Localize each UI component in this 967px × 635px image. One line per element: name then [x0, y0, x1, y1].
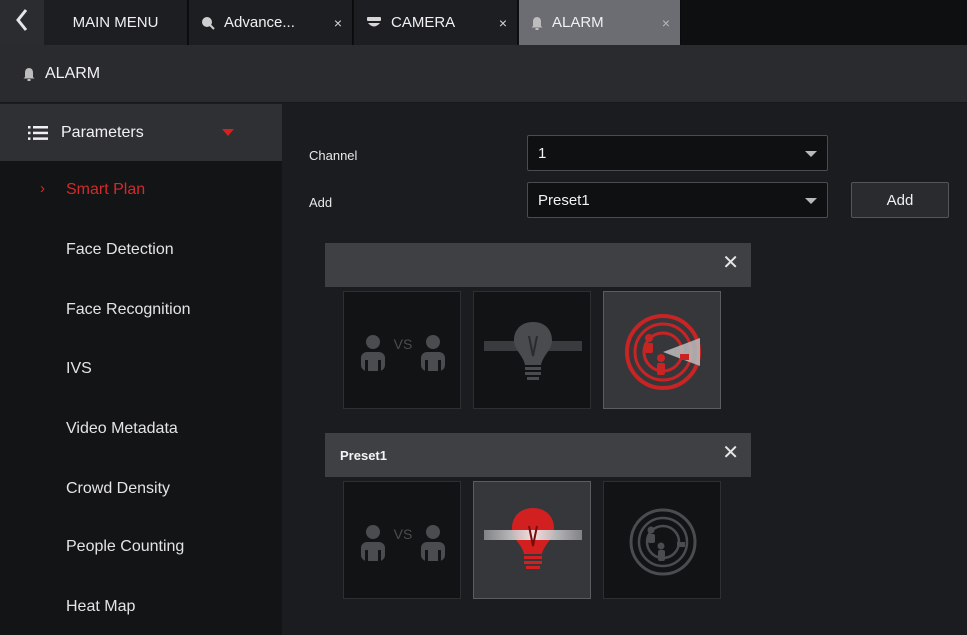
tab-camera[interactable]: CAMERA × [354, 0, 518, 45]
vs-text: VS [394, 526, 413, 542]
dropdown-arrow-icon [805, 198, 817, 204]
channel-value: 1 [538, 144, 547, 162]
sidebar-section-label: Parameters [61, 123, 144, 141]
face-compare-tile[interactable]: VS [343, 291, 461, 409]
tripwire-tile[interactable] [473, 481, 591, 599]
radar-tile[interactable] [603, 291, 721, 409]
tab-main-menu[interactable]: MAIN MENU [44, 0, 188, 45]
close-icon[interactable]: × [334, 15, 342, 31]
main-content: Channel 1 Add Preset1 Add ✕ VS Preset1 ✕… [283, 104, 967, 635]
sidebar-item-label: Smart Plan [66, 181, 146, 198]
face-compare-icon: VS [361, 335, 445, 371]
close-icon[interactable]: × [662, 15, 670, 31]
page-title: ALARM [45, 64, 101, 82]
lightbulb-icon [484, 508, 582, 569]
preset-select[interactable]: Preset1 [527, 182, 828, 218]
radar-icon [625, 314, 701, 390]
dropdown-arrow-icon [805, 151, 817, 157]
close-icon[interactable]: ✕ [722, 443, 739, 463]
preset-value: Preset1 [538, 191, 590, 209]
radar-icon [629, 508, 697, 576]
plan-panel-name: Preset1 [340, 447, 387, 463]
camera-icon [366, 16, 382, 30]
sidebar-item-label: Video Metadata [66, 420, 178, 437]
chevron-right-icon: › [40, 180, 45, 197]
sidebar-item-smart-plan[interactable]: › Smart Plan [0, 161, 282, 219]
tripwire-tile[interactable] [473, 291, 591, 409]
tab-label: Advance... [224, 14, 295, 31]
sidebar-item-heat-map[interactable]: Heat Map [0, 578, 282, 635]
tab-label: ALARM [552, 14, 604, 31]
close-icon[interactable]: ✕ [722, 253, 739, 273]
sidebar-item-label: Face Recognition [66, 301, 191, 318]
tab-label: MAIN MENU [72, 14, 159, 31]
add-button[interactable]: Add [851, 182, 949, 218]
bell-icon [531, 16, 543, 30]
channel-select[interactable]: 1 [527, 135, 828, 171]
tab-advance[interactable]: Advance... × [189, 0, 353, 45]
search-icon [201, 16, 215, 30]
sidebar-item-label: Face Detection [66, 241, 174, 258]
bell-icon [23, 67, 35, 81]
face-compare-tile[interactable]: VS [343, 481, 461, 599]
lightbulb-icon [484, 322, 582, 380]
plan-panel-header: ✕ [325, 243, 751, 287]
back-button[interactable] [0, 0, 44, 45]
channel-label: Channel [309, 148, 358, 163]
sidebar-item-crowd-density[interactable]: Crowd Density [0, 460, 282, 518]
tab-bar: MAIN MENU Advance... × CAMERA × ALARM × [0, 0, 967, 45]
sidebar-item-label: IVS [66, 360, 92, 377]
vs-text: VS [394, 336, 413, 352]
face-compare-icon: VS [361, 525, 445, 561]
sidebar-item-face-recognition[interactable]: Face Recognition [0, 281, 282, 339]
sidebar-section-parameters[interactable]: Parameters [0, 104, 282, 161]
sidebar-item-people-counting[interactable]: People Counting [0, 518, 282, 576]
plan-panel-header: Preset1 ✕ [325, 433, 751, 477]
tab-alarm[interactable]: ALARM × [519, 0, 681, 45]
radar-tile[interactable] [603, 481, 721, 599]
tab-label: CAMERA [391, 14, 456, 31]
sidebar-item-face-detection[interactable]: Face Detection [0, 221, 282, 279]
sidebar-item-ivs[interactable]: IVS [0, 340, 282, 398]
chevron-left-icon [15, 8, 29, 37]
sidebar-item-label: People Counting [66, 538, 185, 555]
caret-down-icon[interactable] [222, 129, 234, 136]
close-icon[interactable]: × [499, 15, 507, 31]
sidebar: Parameters › Smart Plan Face Detection F… [0, 104, 282, 635]
page-header: ALARM [0, 45, 967, 103]
add-label: Add [309, 195, 333, 210]
sidebar-item-label: Heat Map [66, 598, 136, 615]
sidebar-item-video-metadata[interactable]: Video Metadata [0, 400, 282, 458]
list-icon [28, 125, 48, 141]
sidebar-item-label: Crowd Density [66, 480, 171, 497]
